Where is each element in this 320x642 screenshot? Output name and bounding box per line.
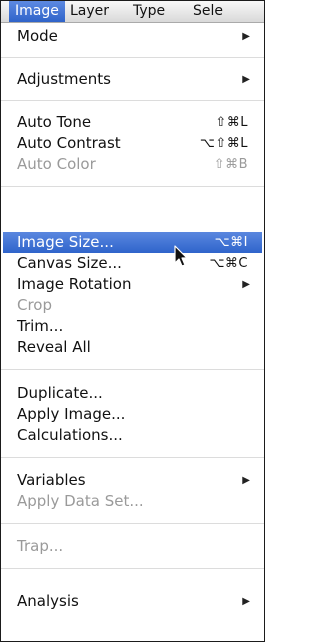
triangle-right-icon: ▶ <box>242 596 250 607</box>
menu-item-label: Duplicate... <box>17 384 103 402</box>
menu-item-label: Calculations... <box>17 426 123 444</box>
menu-item-label: Variables <box>17 471 86 489</box>
menu-item-label: Crop <box>17 296 53 314</box>
menu-item-image-rotation[interactable]: Image Rotation ▶ <box>1 274 264 295</box>
menu-item-label: Apply Image... <box>17 405 126 423</box>
menu-separator <box>1 523 264 524</box>
menu-bar: Image Layer Type Sele <box>1 1 264 23</box>
menu-item-analysis[interactable]: Analysis ▶ <box>1 591 264 612</box>
menu-item-adjustments[interactable]: Adjustments ▶ <box>1 69 264 90</box>
menu-item-auto-tone[interactable]: Auto Tone ⇧⌘L <box>1 112 264 133</box>
menu-item-trap: Trap... <box>1 536 264 557</box>
menu-item-apply-data-set: Apply Data Set... <box>1 491 264 512</box>
menu-item-duplicate[interactable]: Duplicate... <box>1 383 264 404</box>
menu-item-crop: Crop <box>1 295 264 316</box>
menu-item-label: Canvas Size... <box>17 254 122 272</box>
menu-item-canvas-size[interactable]: Canvas Size... ⌥⌘C <box>1 253 264 274</box>
menu-item-label: Auto Contrast <box>17 134 121 152</box>
shortcut-label: ⇧⌘L <box>215 115 248 130</box>
menu-item-trim[interactable]: Trim... <box>1 316 264 337</box>
menu-separator <box>1 186 264 187</box>
menubar-item-layer[interactable]: Layer <box>70 1 109 22</box>
menu-item-apply-image[interactable]: Apply Image... <box>1 404 264 425</box>
menubar-item-image[interactable]: Image <box>9 1 65 22</box>
shortcut-label: ⌥⌘C <box>209 256 248 271</box>
menu-item-label: Auto Tone <box>17 113 92 131</box>
menu-item-mode[interactable]: Mode ▶ <box>1 26 264 47</box>
menu-item-image-size[interactable]: Image Size... ⌥⌘I <box>3 232 262 253</box>
menu-item-label: Image Rotation <box>17 275 132 293</box>
triangle-right-icon: ▶ <box>242 475 250 486</box>
triangle-right-icon: ▶ <box>242 74 250 85</box>
menu-item-label: Analysis <box>17 592 79 610</box>
menu-item-reveal-all[interactable]: Reveal All <box>1 337 264 358</box>
menu-separator <box>1 57 264 58</box>
menu-item-label: Trim... <box>17 317 64 335</box>
image-dropdown-menu: Mode ▶ Adjustments ▶ Auto Tone ⇧⌘L Auto … <box>1 23 264 641</box>
menubar-item-select[interactable]: Sele <box>193 1 223 22</box>
menu-item-variables[interactable]: Variables ▶ <box>1 470 264 491</box>
menu-item-label: Mode <box>17 27 58 45</box>
menu-item-label: Reveal All <box>17 338 91 356</box>
menu-separator <box>1 369 264 370</box>
shortcut-label: ⌥⌘I <box>214 235 248 250</box>
menu-separator <box>1 100 264 101</box>
menu-item-label: Adjustments <box>17 70 111 88</box>
menubar-item-type[interactable]: Type <box>133 1 165 22</box>
menu-item-calculations[interactable]: Calculations... <box>1 425 264 446</box>
triangle-right-icon: ▶ <box>242 279 250 290</box>
menu-item-auto-contrast[interactable]: Auto Contrast ⌥⇧⌘L <box>1 133 264 154</box>
menu-item-auto-color: Auto Color ⇧⌘B <box>1 154 264 175</box>
menu-separator <box>1 457 264 458</box>
menu-item-label: Auto Color <box>17 155 96 173</box>
menu-item-label: Image Size... <box>17 233 114 251</box>
arrow-cursor-icon <box>174 245 188 267</box>
image-menu-screenshot: Image Layer Type Sele Mode ▶ Adjustments… <box>0 0 265 642</box>
shortcut-label: ⌥⇧⌘L <box>199 136 248 151</box>
menu-item-label: Apply Data Set... <box>17 492 144 510</box>
menu-item-label: Trap... <box>17 537 64 555</box>
shortcut-label: ⇧⌘B <box>213 157 248 172</box>
triangle-right-icon: ▶ <box>242 31 250 42</box>
menu-separator <box>1 568 264 569</box>
